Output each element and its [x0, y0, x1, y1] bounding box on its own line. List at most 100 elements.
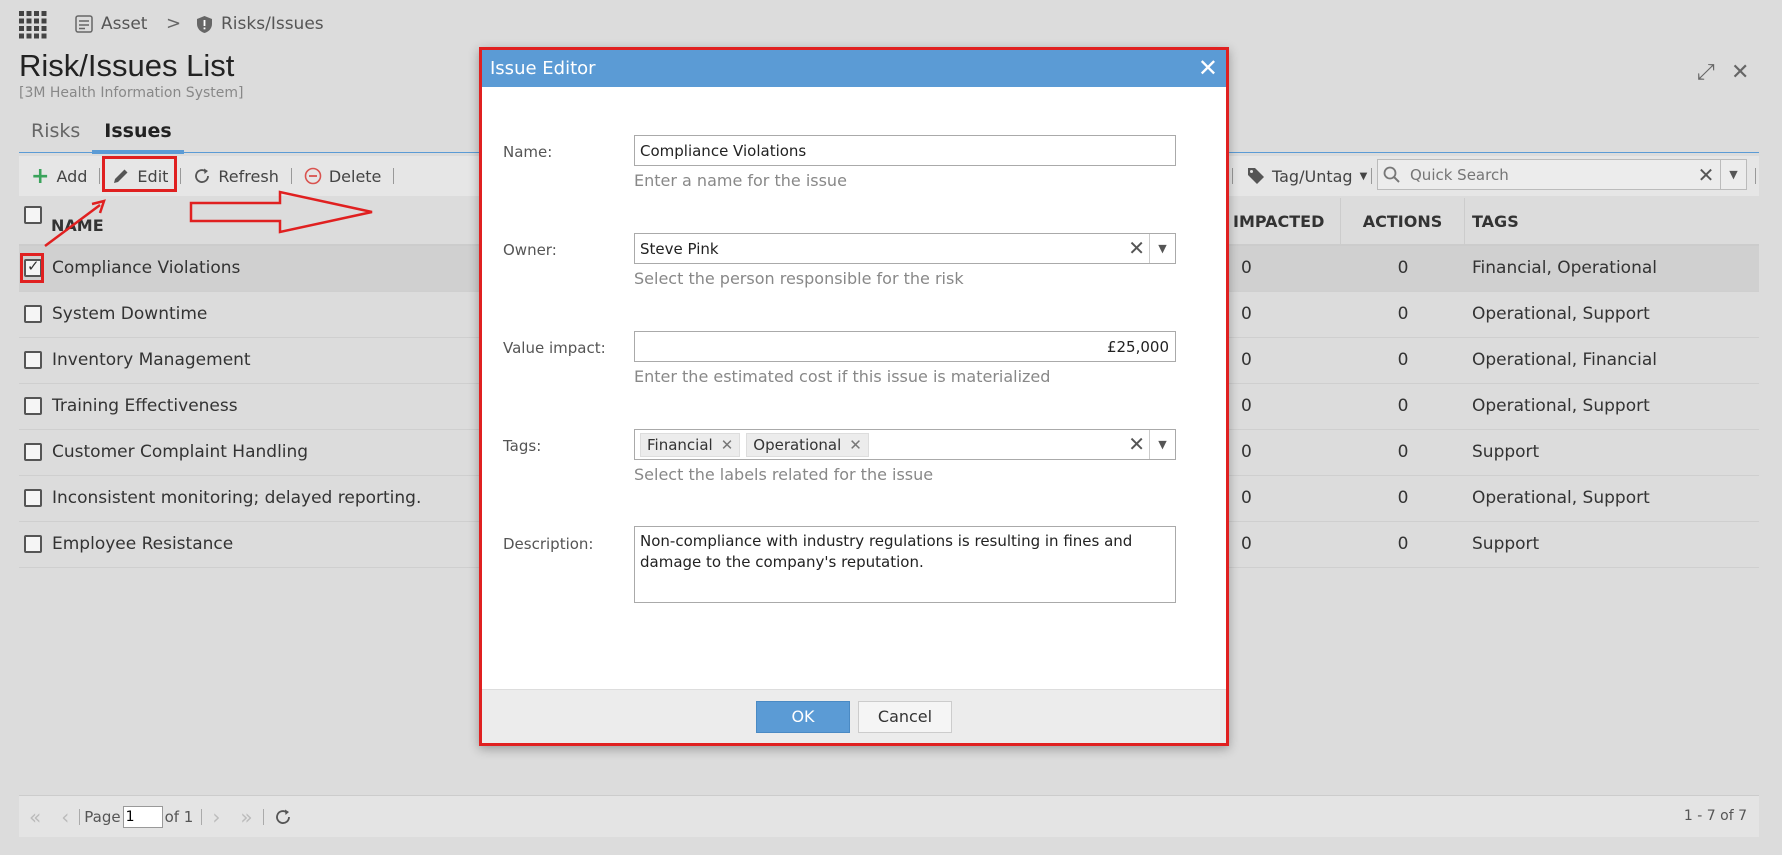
- column-header-tags[interactable]: TAGS: [1472, 198, 1519, 246]
- caret-down-icon: ▼: [1359, 170, 1368, 182]
- breadcrumb-separator: >: [166, 13, 182, 34]
- column-header-impacted[interactable]: IMPACTED: [1227, 198, 1341, 246]
- tb-divider: [262, 808, 264, 825]
- row-impacted: 0: [1241, 534, 1252, 554]
- tags-dropdown-icon[interactable]: ▼: [1149, 430, 1175, 459]
- search-dropdown-icon[interactable]: ▼: [1720, 160, 1746, 189]
- previous-page-icon[interactable]: ‹: [51, 805, 79, 829]
- page-number-input[interactable]: [122, 805, 163, 828]
- expand-icon[interactable]: ⤢: [1697, 60, 1715, 85]
- tag-untag-label: Tag/Untag: [1272, 166, 1353, 186]
- row-tags: Operational, Support: [1472, 488, 1650, 508]
- row-impacted: 0: [1241, 350, 1252, 370]
- tab-bar: Risks Issues: [19, 116, 184, 154]
- close-dialog-icon[interactable]: ✕: [1198, 50, 1218, 87]
- quick-search: ✕ ▼: [1377, 159, 1747, 190]
- page-subtitle: [3M Health Information System]: [19, 85, 244, 101]
- owner-hint: Select the person responsible for the ri…: [634, 269, 964, 288]
- toolbar-divider: [393, 168, 395, 184]
- breadcrumb-risks-issues: Risks/Issues: [196, 14, 324, 34]
- add-button-label: Add: [56, 166, 88, 186]
- shield-icon: [197, 15, 212, 33]
- tags-hint: Select the labels related for the issue: [634, 465, 934, 484]
- delete-button[interactable]: Delete: [292, 161, 394, 191]
- refresh-button[interactable]: Refresh: [181, 161, 290, 191]
- page-label: Page: [84, 807, 121, 826]
- breadcrumb-asset[interactable]: Asset: [75, 14, 147, 34]
- tab-risks[interactable]: Risks: [19, 116, 92, 154]
- first-page-icon[interactable]: «: [19, 805, 51, 829]
- issue-editor-dialog: Issue Editor ✕ Name: Compliance Violatio…: [479, 47, 1229, 746]
- row-actions: 0: [1397, 350, 1409, 370]
- row-checkbox[interactable]: [24, 443, 42, 461]
- select-all-checkbox[interactable]: [24, 206, 42, 228]
- owner-dropdown-icon[interactable]: ▼: [1149, 234, 1175, 263]
- plus-icon: +: [31, 163, 50, 189]
- tags-multiselect[interactable]: Financial ✕ Operational ✕ ✕ ▼: [634, 429, 1176, 460]
- quick-search-input[interactable]: [1404, 160, 1692, 189]
- dialog-header: Issue Editor ✕: [482, 50, 1226, 87]
- tag-chip: Financial ✕: [640, 432, 741, 457]
- apps-grid-icon[interactable]: [19, 11, 47, 39]
- close-icon[interactable]: ✕: [1731, 60, 1749, 85]
- remove-tag-icon[interactable]: ✕: [721, 436, 734, 454]
- delete-button-label: Delete: [328, 166, 382, 186]
- value-impact-label: Value impact:: [503, 339, 606, 357]
- refresh-button-label: Refresh: [218, 166, 279, 186]
- dialog-footer: OK Cancel: [482, 689, 1226, 743]
- minus-circle-icon: [304, 167, 322, 185]
- clear-search-icon[interactable]: ✕: [1692, 163, 1720, 187]
- row-tags: Operational, Support: [1472, 396, 1650, 416]
- name-field[interactable]: Compliance Violations: [634, 135, 1176, 166]
- row-impacted: 0: [1241, 442, 1252, 462]
- row-checkbox[interactable]: [24, 305, 42, 323]
- owner-label: Owner:: [503, 241, 557, 259]
- row-tags: Operational, Support: [1472, 304, 1650, 324]
- clear-owner-icon[interactable]: ✕: [1128, 234, 1145, 263]
- row-checkbox[interactable]: [24, 397, 42, 415]
- column-header-name[interactable]: NAME: [51, 202, 104, 250]
- column-header-actions[interactable]: ACTIONS: [1341, 198, 1465, 246]
- dialog-title: Issue Editor: [490, 58, 596, 79]
- row-checkbox[interactable]: [24, 535, 42, 553]
- row-name: Inventory Management: [52, 350, 251, 370]
- tag-untag-button[interactable]: Tag/Untag ▼: [1239, 160, 1375, 192]
- last-page-icon[interactable]: »: [230, 805, 262, 829]
- row-tags: Financial, Operational: [1472, 258, 1657, 278]
- next-page-icon[interactable]: ›: [202, 805, 230, 829]
- row-actions: 0: [1397, 258, 1409, 278]
- tab-issues[interactable]: Issues: [92, 116, 184, 154]
- toolbar-divider: [1755, 168, 1756, 184]
- clear-tags-icon[interactable]: ✕: [1128, 430, 1145, 459]
- tag-chip: Operational ✕: [746, 432, 869, 457]
- tags-label: Tags:: [503, 437, 542, 455]
- tag-chip-label: Financial: [647, 435, 713, 454]
- value-impact-value: £25,000: [1106, 337, 1169, 356]
- pager: « ‹ Page of 1 › » 1 - 7 of 7: [19, 795, 1759, 837]
- remove-tag-icon[interactable]: ✕: [849, 436, 862, 454]
- document-icon: [75, 15, 93, 33]
- add-button[interactable]: + Add: [19, 161, 99, 191]
- row-checkbox[interactable]: [24, 351, 42, 369]
- page-of-label: of 1: [164, 807, 194, 826]
- row-impacted: 0: [1241, 304, 1252, 324]
- row-actions: 0: [1397, 534, 1409, 554]
- description-textarea[interactable]: Non-compliance with industry regulations…: [634, 526, 1176, 603]
- owner-combobox[interactable]: Steve Pink ✕ ▼: [634, 233, 1176, 264]
- row-name: Employee Resistance: [52, 534, 234, 554]
- name-hint: Enter a name for the issue: [634, 171, 847, 190]
- cancel-button[interactable]: Cancel: [858, 700, 952, 733]
- row-checkbox[interactable]: [24, 489, 42, 507]
- name-field-value: Compliance Violations: [640, 141, 807, 160]
- row-name: Customer Complaint Handling: [52, 442, 309, 462]
- row-name: Training Effectiveness: [52, 396, 238, 416]
- toolbar-divider: [1232, 168, 1233, 184]
- breadcrumb-current-label: Risks/Issues: [221, 14, 324, 34]
- value-impact-field[interactable]: £25,000: [634, 331, 1176, 362]
- tag-icon: [1248, 168, 1264, 184]
- row-impacted: 0: [1241, 396, 1252, 416]
- refresh-icon[interactable]: [274, 808, 292, 826]
- tb-divider: [79, 808, 81, 825]
- ok-button[interactable]: OK: [756, 700, 850, 733]
- row-actions: 0: [1397, 304, 1409, 324]
